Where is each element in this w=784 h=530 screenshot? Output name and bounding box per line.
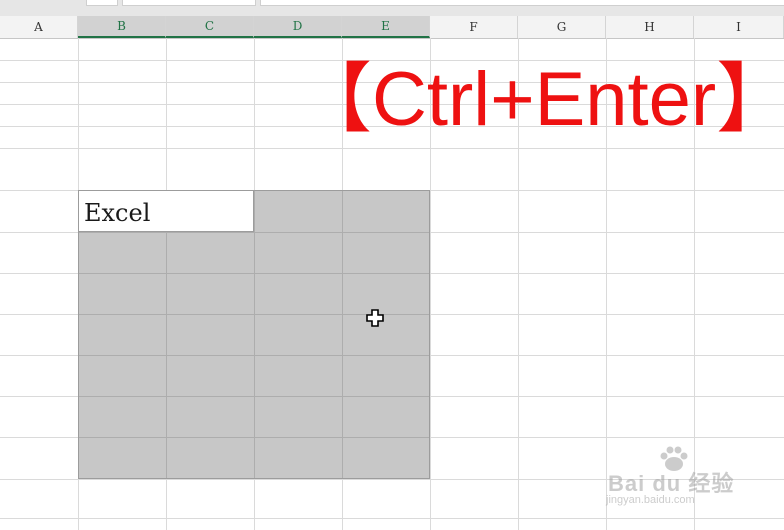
column-header-d[interactable]: D xyxy=(254,16,342,38)
column-header-f[interactable]: F xyxy=(430,16,518,38)
selection-row-line xyxy=(79,396,429,397)
column-header-bar: A B C D E F G H I xyxy=(0,16,784,39)
selection-row-line xyxy=(79,355,429,356)
tab-strip-sheet-tab[interactable] xyxy=(86,0,118,6)
watermark: Bai du 经验 jingyan.baidu.com xyxy=(600,446,750,506)
selection-column-line xyxy=(342,191,343,478)
cross-cursor-icon xyxy=(366,309,384,327)
tab-strip-name-box[interactable] xyxy=(122,0,256,6)
tab-strip-formula-bar[interactable] xyxy=(260,0,784,6)
column-header-b[interactable]: B xyxy=(78,16,166,38)
grid-row-line xyxy=(0,148,784,149)
tab-strip xyxy=(0,0,784,17)
grid-row-line xyxy=(0,518,784,519)
selection-row-line xyxy=(79,437,429,438)
column-header-c[interactable]: C xyxy=(166,16,254,38)
column-header-e[interactable]: E xyxy=(342,16,430,38)
column-header-h[interactable]: H xyxy=(606,16,694,38)
selection-row-line xyxy=(79,232,429,233)
active-cell[interactable]: Excel xyxy=(78,190,254,232)
selection-column-line xyxy=(166,191,167,478)
column-header-i[interactable]: I xyxy=(694,16,784,38)
watermark-url: jingyan.baidu.com xyxy=(606,494,695,506)
selection-row-line xyxy=(79,273,429,274)
column-header-g[interactable]: G xyxy=(518,16,606,38)
selection-column-line xyxy=(254,191,255,478)
shortcut-overlay-title: 【Ctrl+Enter】 xyxy=(296,57,784,142)
selected-range[interactable] xyxy=(78,190,430,479)
column-header-a[interactable]: A xyxy=(0,16,78,38)
